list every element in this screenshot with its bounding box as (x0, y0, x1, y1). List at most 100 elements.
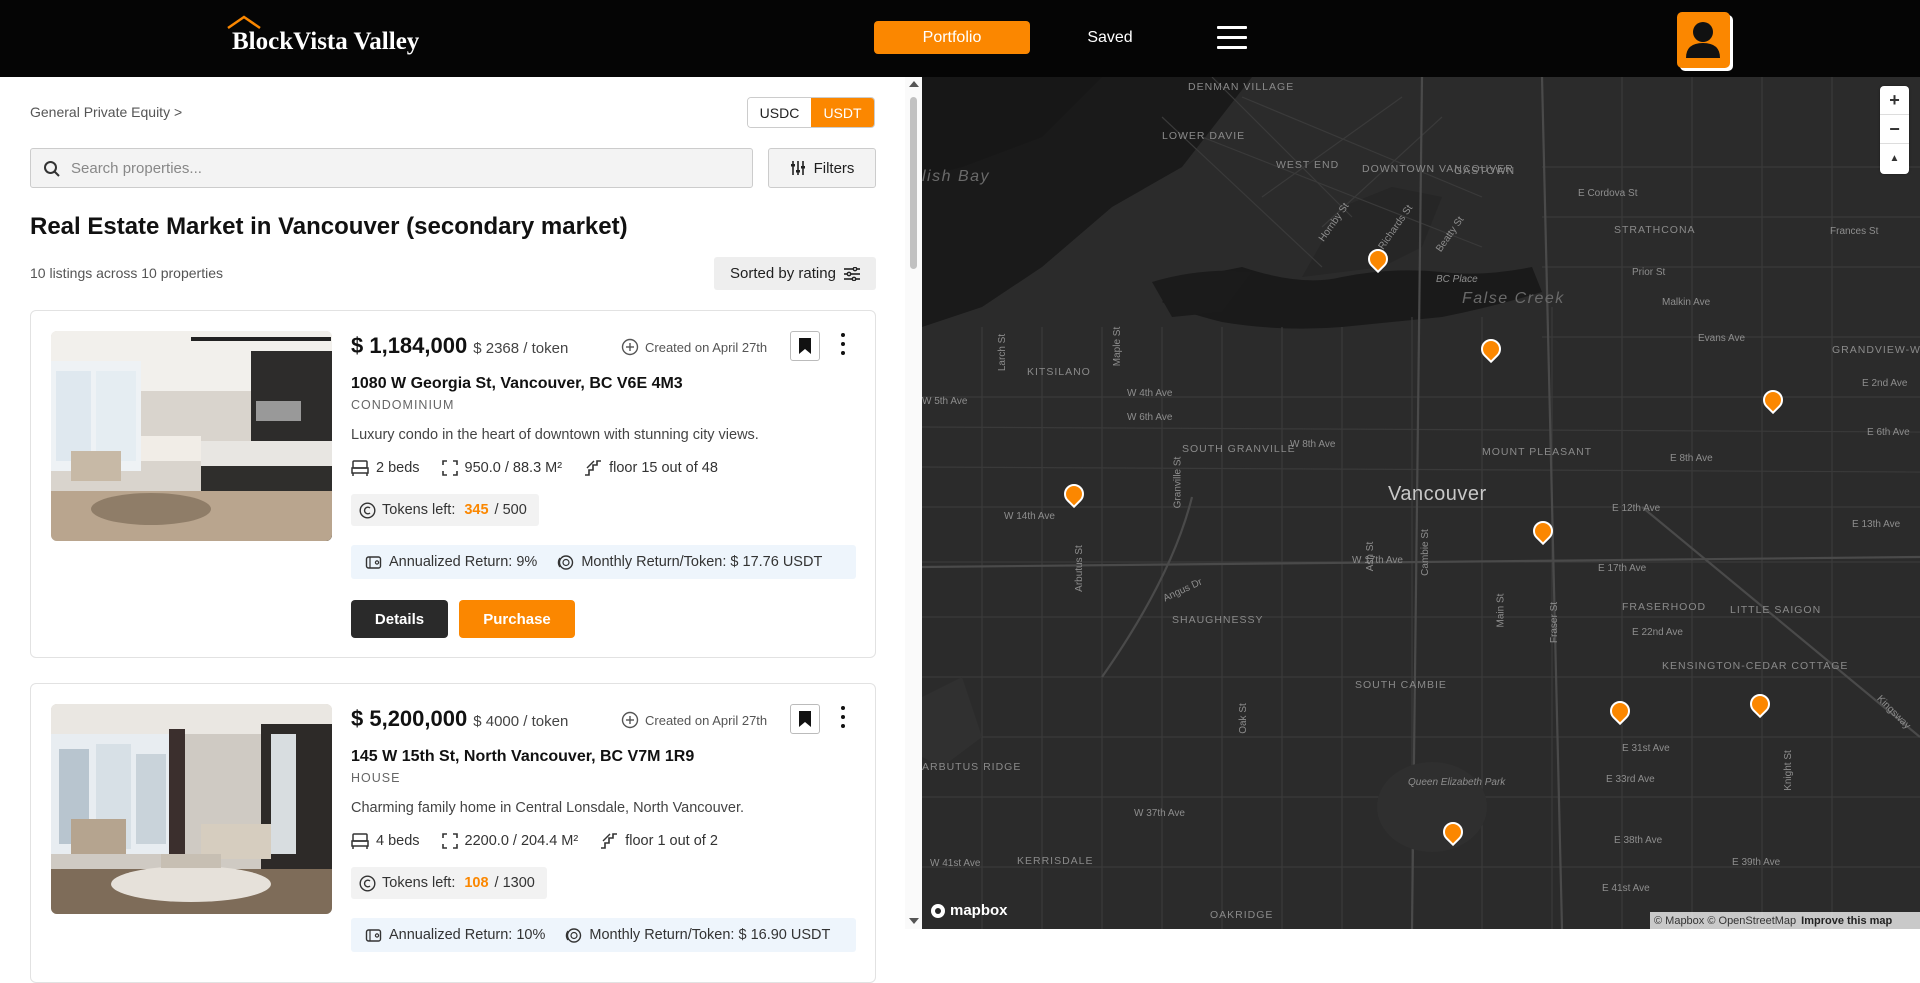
bookmark-icon (799, 338, 811, 354)
listing-count: 10 listings across 10 properties (30, 265, 223, 281)
map-label-street: E 8th Ave (1670, 453, 1713, 464)
map-label-area: FRASERHOOD (1622, 601, 1707, 613)
zoom-in-button[interactable]: + (1880, 86, 1909, 115)
improve-map-link[interactable]: Improve this map (1801, 915, 1892, 927)
tokens-left-badge: Tokens left: 345 / 500 (351, 494, 539, 526)
map-label-street: E 33rd Ave (1606, 774, 1655, 785)
price-per-token: $ 4000 / token (473, 713, 569, 730)
tokens-total: / 1300 (494, 875, 535, 891)
map-label-area: GRANDVIEW-WOODLAND (1832, 344, 1920, 356)
bookmark-button[interactable] (790, 331, 820, 361)
page-title: Real Estate Market in Vancouver (seconda… (30, 213, 628, 240)
map-label-street: W 37th Ave (1134, 808, 1185, 819)
more-options-icon[interactable] (838, 706, 848, 732)
tokens-left-count: 108 (464, 875, 489, 891)
copyright-coin-icon (359, 874, 376, 892)
map-label-street: E 41st Ave (1602, 883, 1650, 894)
search-input[interactable] (71, 149, 741, 187)
bookmark-button[interactable] (790, 704, 820, 734)
zoom-out-button[interactable]: − (1880, 115, 1909, 144)
returns-panel: Annualized Return: 10% Monthly Return/To… (351, 918, 856, 952)
currency-usdc-option[interactable]: USDC (748, 98, 811, 127)
map-label-street: Fraser St (1549, 601, 1561, 644)
map-label-street: W 17th Ave (1352, 555, 1403, 566)
coins-icon (566, 927, 582, 943)
brand-logo[interactable]: BlockVista Valley (232, 28, 419, 56)
price-per-token: $ 2368 / token (473, 340, 569, 357)
map-zoom-controls: + − ▲ (1880, 86, 1909, 174)
portfolio-button[interactable]: Portfolio (874, 21, 1030, 54)
map-label-street: Malkin Ave (1662, 297, 1711, 308)
map-label-street: W 8th Ave (1290, 439, 1336, 450)
mapbox-logo[interactable]: mapbox (930, 902, 1008, 919)
sort-label: Sorted by rating (730, 265, 836, 282)
map-label-street: Larch St (997, 333, 1009, 372)
area-icon (441, 460, 458, 476)
map-label-street: Evans Ave (1698, 333, 1746, 344)
stairs-icon (585, 460, 602, 476)
compass-button[interactable]: ▲ (1880, 144, 1909, 173)
breadcrumb[interactable]: General Private Equity > (30, 104, 182, 120)
property-photo[interactable] (51, 331, 332, 541)
currency-usdt-option[interactable]: USDT (811, 98, 874, 127)
map-label-street: Knight St (1782, 750, 1794, 791)
filters-button[interactable]: Filters (768, 148, 876, 188)
map-label-area: SHAUGHNESSY (1172, 614, 1264, 626)
map-label-area: SOUTH GRANVILLE (1182, 443, 1296, 455)
scroll-up-arrow-icon[interactable] (909, 81, 919, 87)
map-label-city: Vancouver (1388, 483, 1487, 505)
currency-toggle: USDC USDT (747, 97, 875, 128)
listing-card: $ 5,200,000 $ 4000 / token Created on Apr… (30, 683, 876, 983)
map-label-street: W 5th Ave (922, 396, 968, 407)
map-label-area: OAKRIDGE (1210, 909, 1274, 921)
map-label-area: STRATHCONA (1614, 224, 1696, 236)
map-label-area: WEST END (1276, 159, 1340, 171)
user-icon (1686, 22, 1720, 58)
tokens-left-count: 345 (464, 502, 489, 518)
map-label-street: E Cordova St (1578, 188, 1638, 199)
map-label-street: Ash St (1365, 541, 1377, 572)
property-photo[interactable] (51, 704, 332, 914)
listing-address[interactable]: 1080 W Georgia St, Vancouver, BC V6E 4M3 (351, 375, 683, 393)
map-label-street: E 12th Ave (1612, 503, 1661, 514)
map-label-area: SOUTH CAMBIE (1355, 679, 1447, 691)
listing-specs: 2 beds 950.0 / 88.3 M² floor 15 out of 4… (351, 460, 718, 476)
map-label-area: MOUNT PLEASANT (1482, 446, 1593, 458)
map-label-area: KERRISDALE (1017, 855, 1094, 867)
map-label-street: Prior St (1632, 267, 1666, 278)
tokens-left-badge: Tokens left: 108 / 1300 (351, 867, 547, 899)
listing-price: $ 1,184,000 $ 2368 / token (351, 333, 569, 358)
map-label-street: Arbutus St (1073, 545, 1085, 592)
details-button[interactable]: Details (351, 600, 448, 638)
sort-sliders-icon (843, 266, 860, 281)
area-icon (441, 833, 458, 849)
map-label-water: False Creek (1462, 290, 1565, 307)
map-label-street: Cambie St (1419, 529, 1431, 576)
saved-link[interactable]: Saved (1060, 21, 1160, 54)
map-label-water: lish Bay (922, 168, 991, 185)
scroll-down-arrow-icon[interactable] (909, 918, 919, 924)
more-options-icon[interactable] (838, 333, 848, 359)
stairs-icon (601, 833, 618, 849)
map-attribution: © Mapbox © OpenStreetMap Improve this ma… (1650, 912, 1920, 929)
scrollbar-thumb[interactable] (910, 97, 917, 269)
purchase-button[interactable]: Purchase (459, 600, 575, 638)
hamburger-menu-icon[interactable] (1217, 26, 1247, 50)
returns-panel: Annualized Return: 9% Monthly Return/Tok… (351, 545, 856, 579)
sort-button[interactable]: Sorted by rating (714, 257, 876, 290)
user-avatar-button[interactable] (1677, 12, 1730, 68)
map-label-area: ARBUTUS RIDGE (922, 761, 1022, 773)
map-view[interactable]: lish Bay False Creek Vancouver DENMAN VI… (922, 77, 1920, 929)
search-bar (30, 148, 753, 188)
map-label-street: W 4th Ave (1127, 388, 1173, 399)
filters-label: Filters (813, 159, 855, 177)
map-label-street: W 14th Ave (1004, 511, 1055, 522)
map-label-street: E 2nd Ave (1862, 378, 1908, 389)
map-label-street: Oak St (1237, 703, 1249, 734)
map-label-street: E 17th Ave (1598, 563, 1647, 574)
map-label-street: Maple St (1112, 326, 1124, 367)
bed-icon (351, 460, 369, 476)
map-label-street: E 22nd Ave (1632, 627, 1683, 638)
listing-address[interactable]: 145 W 15th St, North Vancouver, BC V7M 1… (351, 748, 694, 766)
map-label-street: E 31st Ave (1622, 743, 1670, 754)
